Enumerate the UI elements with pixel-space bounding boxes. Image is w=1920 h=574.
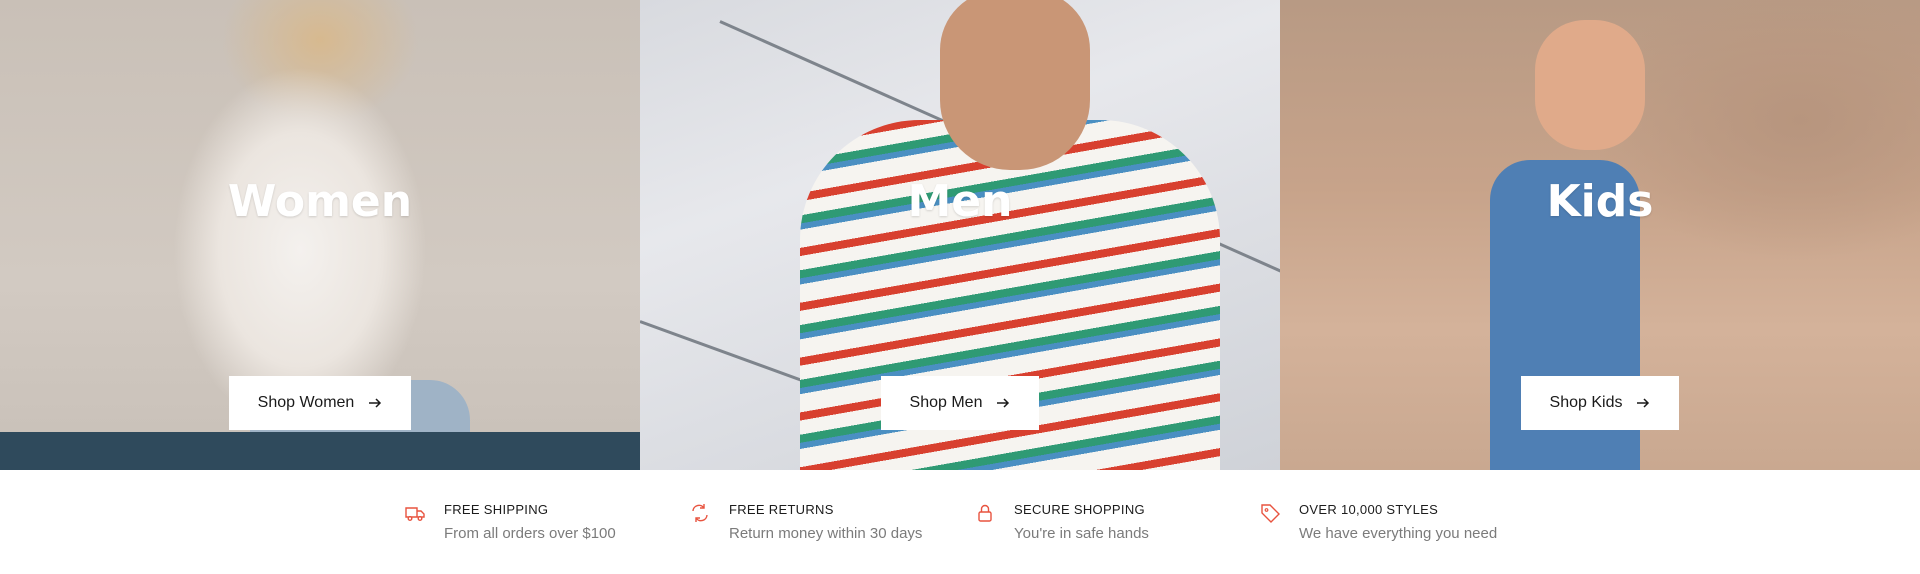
shop-women-label: Shop Women <box>257 394 355 411</box>
feature-styles: OVER 10,000 STYLES We have everything yo… <box>1259 500 1497 542</box>
feature-title: FREE RETURNS <box>729 502 834 517</box>
arrow-right-icon <box>369 398 382 408</box>
feature-title: FREE SHIPPING <box>444 502 549 517</box>
feature-title: OVER 10,000 STYLES <box>1299 502 1439 517</box>
arrow-right-icon <box>997 398 1010 408</box>
feature-free-returns: FREE RETURNS Return money within 30 days <box>689 500 922 542</box>
feature-description: We have everything you need <box>1299 525 1498 542</box>
feature-description: Return money within 30 days <box>729 525 923 542</box>
kids-category-panel[interactable]: Kids Shop Kids <box>1280 0 1920 470</box>
kids-title: Kids <box>1546 176 1654 227</box>
category-hero: Women Shop Women Men Shop Men Kids Shop … <box>0 0 1920 470</box>
arrow-right-icon <box>1637 398 1650 408</box>
feature-description: You're in safe hands <box>1014 525 1149 542</box>
shop-men-button[interactable]: Shop Men <box>881 376 1039 430</box>
women-category-panel[interactable]: Women Shop Women <box>0 0 640 470</box>
shop-kids-button[interactable]: Shop Kids <box>1521 376 1679 430</box>
returns-icon <box>692 504 708 522</box>
feature-secure-shopping: SECURE SHOPPING You're in safe hands <box>974 500 1149 542</box>
shop-women-button[interactable]: Shop Women <box>229 376 411 430</box>
tag-icon <box>1261 504 1280 523</box>
shop-kids-label: Shop Kids <box>1549 394 1623 411</box>
features-bar: FREE SHIPPING From all orders over $100 … <box>0 470 1920 574</box>
feature-title: SECURE SHOPPING <box>1014 502 1145 517</box>
feature-description: From all orders over $100 <box>444 525 616 542</box>
men-title: Men <box>907 176 1013 227</box>
feature-free-shipping: FREE SHIPPING From all orders over $100 <box>404 500 616 542</box>
shop-men-label: Shop Men <box>909 394 983 411</box>
truck-icon <box>405 507 425 521</box>
men-category-panel[interactable]: Men Shop Men <box>640 0 1280 470</box>
lock-icon <box>978 504 992 522</box>
women-title: Women <box>227 176 413 227</box>
